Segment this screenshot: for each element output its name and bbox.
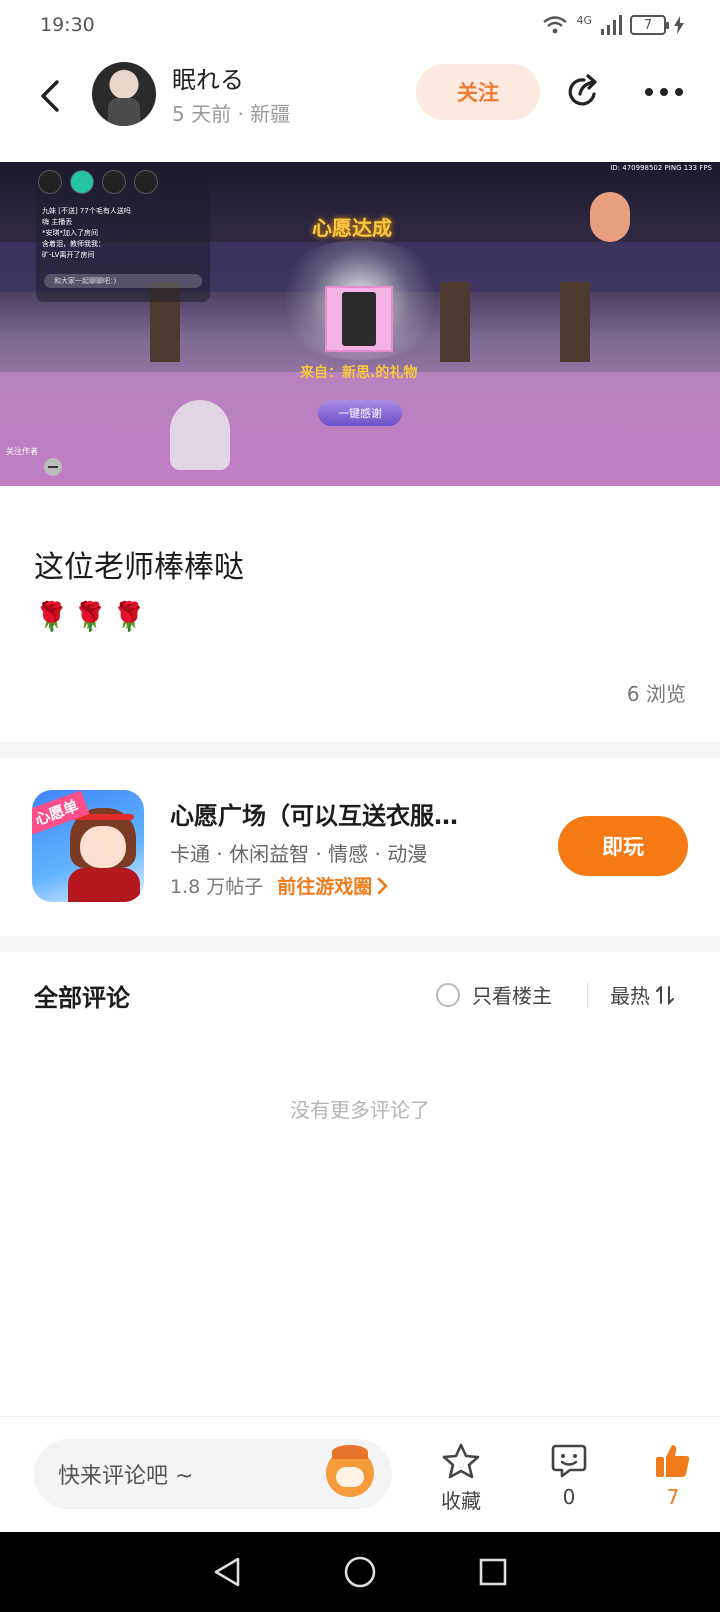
game-tags: 卡通 · 休闲益智 · 情感 · 动漫 (170, 842, 428, 866)
more-dots-icon (645, 88, 683, 96)
no-more-comments: 没有更多评论了 (290, 1098, 430, 1122)
triangle-back-icon (214, 1557, 239, 1587)
chat-input-preview: 和大家一起聊聊吧：) (44, 274, 202, 288)
author-name[interactable]: 眠れる (172, 60, 244, 95)
game-top-icons (38, 170, 158, 194)
network-type: 4G (576, 13, 592, 27)
thanks-button-preview: 一键感谢 (318, 400, 402, 426)
signal-icon (600, 15, 622, 35)
game-id-text: ID: 470998502 PING 133 FPS (610, 164, 712, 172)
follow-button[interactable]: 关注 (416, 64, 540, 120)
status-bar: 19:30 4G 7 (0, 0, 720, 50)
mascot-emoji-icon[interactable] (326, 1445, 374, 1497)
pants-item-icon (342, 292, 376, 346)
chat-icon (70, 170, 94, 194)
game-circle-link[interactable]: 前往游戏圈 (277, 872, 388, 899)
back-button[interactable] (30, 74, 70, 118)
system-nav-bar (0, 1532, 720, 1612)
nav-home-button[interactable] (338, 1550, 382, 1594)
scene-stand (560, 282, 590, 362)
post-time-location: 5 天前 · 新疆 (172, 102, 291, 126)
scene-character (170, 400, 230, 470)
status-icons: 4G 7 (542, 13, 684, 35)
reward-from: 来自：新思.的礼物 (300, 365, 418, 381)
comment-count: 0 (562, 1485, 576, 1509)
section-divider (0, 936, 720, 952)
charging-icon (674, 16, 684, 34)
share-icon (568, 74, 597, 106)
comment-icon (551, 1444, 587, 1478)
wifi-icon (542, 15, 568, 35)
section-divider (0, 742, 720, 758)
scene-character (590, 192, 630, 242)
back-arrow-icon (41, 80, 59, 112)
only-op-label: 只看楼主 (472, 984, 552, 1008)
chat-line: 含着泪，教师我我： (42, 240, 105, 248)
chat-lines: 九妹 [不送] 77个毛有人送吗 嗨 主播丢 *安琪*加入了房间 含着泪，教师我… (42, 206, 131, 261)
game-icon-body (68, 868, 140, 902)
star-icon (442, 1443, 480, 1479)
scene-floor (0, 372, 720, 486)
favorite-label: 收藏 (441, 1489, 481, 1513)
chat-line: 旷-LV离开了房间 (42, 251, 95, 259)
post-header: 眠れる 5 天前 · 新疆 关注 (0, 58, 720, 134)
status-time: 19:30 (40, 14, 95, 36)
sort-label: 最热 (610, 984, 650, 1008)
reward-title: 心愿达成 (312, 216, 392, 240)
chevron-right-icon (377, 877, 388, 894)
comments-title: 全部评论 (34, 984, 130, 1012)
more-button[interactable] (640, 70, 688, 114)
thumbs-up-icon (656, 1445, 690, 1477)
game-stats: 1.8 万帖子 前往游戏圈 (170, 872, 388, 899)
square-recents-icon (480, 1558, 507, 1586)
author-avatar[interactable] (92, 62, 156, 126)
chat-line: *安琪*加入了房间 (42, 229, 98, 237)
nav-recents-button[interactable] (471, 1550, 515, 1594)
location-icon (134, 170, 158, 194)
game-card[interactable]: 心愿单 心愿广场（可以互送衣服… 卡通 · 休闲益智 · 情感 · 动漫 1.8… (0, 758, 720, 936)
play-button[interactable]: 即玩 (558, 816, 688, 876)
comment-input[interactable]: 快来评论吧 ~ (34, 1439, 392, 1509)
sort-separator (587, 982, 588, 1008)
battery-icon: 7 (630, 15, 669, 35)
sort-button[interactable]: 最热 (610, 980, 674, 1009)
comment-button[interactable]: 0 (534, 1443, 604, 1509)
post-title: 这位老师棒棒哒 (34, 550, 244, 585)
like-button[interactable]: 7 (638, 1443, 708, 1509)
like-count: 7 (666, 1485, 680, 1509)
settings-icon (38, 170, 62, 194)
comment-input-placeholder: 快来评论吧 ~ (58, 1464, 194, 1489)
post-roses: 🌹🌹🌹 (34, 600, 151, 633)
game-name[interactable]: 心愿广场（可以互送衣服… (170, 796, 520, 831)
game-post-count: 1.8 万帖子 (170, 876, 264, 898)
radio-icon (436, 982, 460, 1007)
post-image[interactable]: 九妹 [不送] 77个毛有人送吗 嗨 主播丢 *安琪*加入了房间 含着泪，教师我… (0, 162, 720, 486)
minus-icon (44, 458, 62, 476)
follow-author-label: 关注作者 (6, 447, 38, 456)
game-circle-link-label: 前往游戏圈 (277, 876, 373, 898)
view-count: 6 浏览 (626, 682, 686, 706)
chat-line: 嗨 主播丢 (42, 218, 73, 226)
chat-line: 九妹 [不送] 77个毛有人送吗 (42, 207, 131, 215)
game-icon[interactable]: 心愿单 (32, 790, 144, 902)
nav-back-button[interactable] (205, 1550, 249, 1594)
circle-home-icon (344, 1556, 376, 1588)
sort-icon (656, 985, 674, 1005)
game-icon-face (80, 826, 126, 868)
action-bar: 快来评论吧 ~ 收藏 0 7 (0, 1416, 720, 1532)
share-button[interactable] (562, 70, 606, 114)
only-op-toggle[interactable]: 只看楼主 (436, 980, 552, 1009)
favorite-button[interactable]: 收藏 (426, 1443, 496, 1514)
friends-icon (102, 170, 126, 194)
